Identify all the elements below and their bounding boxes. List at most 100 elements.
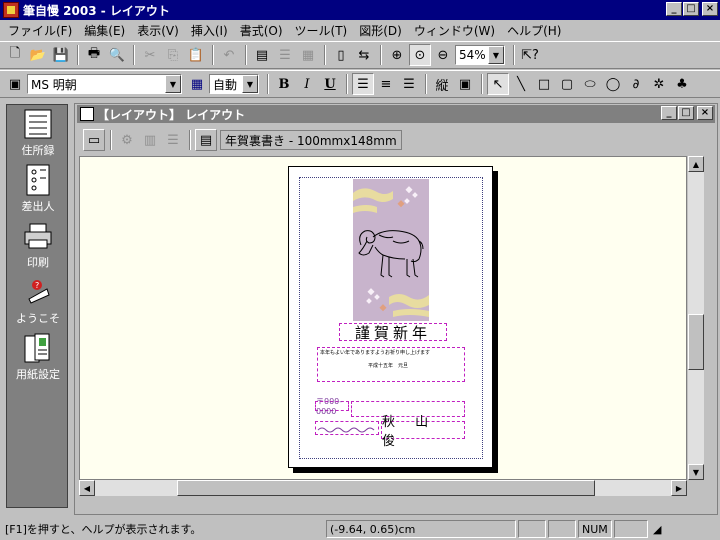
print-preview-icon[interactable]: 🔍: [106, 44, 128, 66]
message-text-box[interactable]: 本年もよい年でありますようお祈り申し上げます 平成十五年 元旦: [317, 347, 465, 382]
app-icon[interactable]: [3, 2, 19, 18]
bold-button[interactable]: B: [273, 73, 295, 95]
left-panel-print[interactable]: 印刷: [7, 217, 69, 273]
layout-window-title-bar[interactable]: 【レイアウト】 レイアウト _ □ ×: [77, 105, 715, 123]
font-name-select[interactable]: MS 明朝 ▼: [27, 74, 182, 94]
settings-icon[interactable]: ⚙: [116, 129, 138, 151]
postcard[interactable]: 謹賀新年 本年もよい年でありますようお祈り申し上げます 平成十五年 元旦 〒00…: [288, 166, 493, 468]
paste-icon[interactable]: 📋: [185, 44, 207, 66]
circle-tool-icon[interactable]: ◯: [602, 73, 624, 95]
toolbar-separator: [133, 45, 135, 65]
cut-icon[interactable]: ✂: [139, 44, 161, 66]
status-panel-empty: [548, 520, 576, 538]
greeting-text-box[interactable]: 謹賀新年: [339, 323, 447, 342]
scroll-right-icon[interactable]: ▶: [671, 480, 687, 496]
save-icon[interactable]: 💾: [50, 44, 72, 66]
horizontal-scroll-thumb[interactable]: [177, 480, 595, 496]
close-button[interactable]: ×: [702, 2, 718, 16]
menu-file[interactable]: ファイル(F): [2, 22, 78, 39]
child-close-button[interactable]: ×: [697, 106, 713, 120]
font-size-icon: ▦: [190, 76, 204, 92]
columns-icon[interactable]: ▥: [139, 129, 161, 151]
chevron-down-icon[interactable]: ▼: [242, 75, 258, 93]
decoration-box[interactable]: [315, 421, 379, 435]
menu-insert[interactable]: 挿入(I): [185, 22, 234, 39]
chevron-down-icon[interactable]: ▼: [488, 46, 504, 64]
style-icon[interactable]: ▣: [4, 73, 26, 95]
left-panel-label: 差出人: [21, 200, 55, 213]
vertical-text-button[interactable]: 縦: [431, 73, 453, 95]
open-folder-icon[interactable]: 📂: [27, 44, 49, 66]
ellipse-tool-icon[interactable]: ⬭: [579, 73, 601, 95]
align-right-icon[interactable]: ☰: [398, 73, 420, 95]
horizontal-scrollbar[interactable]: ◀ ▶: [79, 480, 687, 496]
app-title-bar[interactable]: 筆自慢 2003 - レイアウト _ □ ×: [0, 0, 720, 20]
menu-view[interactable]: 表示(V): [131, 22, 185, 39]
scroll-up-icon[interactable]: ▲: [688, 156, 704, 172]
new-document-icon[interactable]: 🗋: [4, 44, 26, 66]
zoom-out-icon[interactable]: ⊖: [432, 44, 454, 66]
message-text: 本年もよい年でありますようお祈り申し上げます: [320, 350, 430, 356]
left-panel-address-book[interactable]: 住所録: [7, 105, 69, 161]
maximize-button[interactable]: □: [683, 2, 699, 16]
menu-window[interactable]: ウィンドウ(W): [408, 22, 501, 39]
left-panel-welcome[interactable]: ? ようこそ: [7, 273, 69, 329]
date-text: 平成十五年 元旦: [368, 363, 409, 369]
menu-help[interactable]: ヘルプ(H): [501, 22, 567, 39]
zoom-page-icon[interactable]: ⊙: [409, 44, 431, 66]
pointer-icon[interactable]: ↖: [487, 73, 509, 95]
italic-button[interactable]: I: [296, 73, 318, 95]
star-tool-icon[interactable]: ✲: [648, 73, 670, 95]
postal-code-box[interactable]: 〒000-0000: [315, 397, 349, 416]
stamp-tool-icon[interactable]: ♣: [671, 73, 693, 95]
chevron-down-icon[interactable]: ▼: [165, 75, 181, 93]
zoom-select[interactable]: 54% ▼: [455, 45, 505, 65]
underline-button[interactable]: U: [319, 73, 341, 95]
page-icon[interactable]: ▤: [251, 44, 273, 66]
left-panel-label: ようこそ: [16, 312, 60, 325]
left-panel-paper-setup[interactable]: 用紙設定: [7, 329, 69, 385]
scroll-down-icon[interactable]: ▼: [688, 464, 704, 480]
left-panel-sender[interactable]: 差出人: [7, 161, 69, 217]
paper-size-icon[interactable]: ▤: [195, 129, 217, 151]
vertical-scroll-thumb[interactable]: [688, 314, 704, 370]
text-lines-icon[interactable]: ☰: [162, 129, 184, 151]
undo-icon[interactable]: ↶: [218, 44, 240, 66]
print-icon[interactable]: 🖶: [83, 44, 105, 66]
status-panel-empty: [614, 520, 648, 538]
rounded-rect-tool-icon[interactable]: ▢: [556, 73, 578, 95]
frame-icon[interactable]: ▣: [454, 73, 476, 95]
copy-icon[interactable]: ⎘: [162, 44, 184, 66]
minimize-button[interactable]: _: [666, 2, 682, 16]
card-front-icon[interactable]: ▭: [83, 129, 105, 151]
align-left-icon[interactable]: ☰: [352, 73, 374, 95]
sender-name-box[interactable]: 秋 山 俊: [381, 415, 465, 449]
resize-grip-icon[interactable]: ◢: [650, 520, 668, 538]
menu-shapes[interactable]: 図形(D): [353, 22, 408, 39]
zoom-value: 54%: [459, 48, 486, 62]
layout-canvas[interactable]: 謹賀新年 本年もよい年でありますようお祈り申し上げます 平成十五年 元旦 〒00…: [79, 156, 687, 480]
card-icon[interactable]: ▯: [330, 44, 352, 66]
child-maximize-button[interactable]: □: [678, 106, 694, 120]
zoom-in-icon[interactable]: ⊕: [386, 44, 408, 66]
flip-icon[interactable]: ⇆: [353, 44, 375, 66]
menu-format[interactable]: 書式(O): [234, 22, 289, 39]
list-view-icon[interactable]: ☰: [274, 44, 296, 66]
rectangle-tool-icon[interactable]: □: [533, 73, 555, 95]
status-panel-empty: [518, 520, 546, 538]
ram-illustration[interactable]: [353, 179, 429, 321]
vertical-scrollbar[interactable]: ▲ ▼: [688, 156, 704, 480]
menu-tools[interactable]: ツール(T): [289, 22, 354, 39]
child-minimize-button[interactable]: _: [661, 106, 677, 120]
status-help-text: [F1]を押すと、ヘルプが表示されます。: [5, 523, 202, 536]
scroll-left-icon[interactable]: ◀: [79, 480, 95, 496]
standard-toolbar: 🗋 📂 💾 🖶 🔍 ✂ ⎘ 📋 ↶ ▤ ☰ ▦ ▯ ⇆ ⊕ ⊙ ⊖ 54% ▼ …: [0, 41, 720, 69]
font-size-select[interactable]: 自動 ▼: [209, 74, 259, 94]
context-help-icon[interactable]: ⇱?: [519, 44, 541, 66]
line-tool-icon[interactable]: ╲: [510, 73, 532, 95]
grid-view-icon[interactable]: ▦: [297, 44, 319, 66]
align-center-icon[interactable]: ≡: [375, 73, 397, 95]
freeform-tool-icon[interactable]: ∂: [625, 73, 647, 95]
document-icon[interactable]: [80, 107, 94, 121]
menu-edit[interactable]: 編集(E): [78, 22, 131, 39]
